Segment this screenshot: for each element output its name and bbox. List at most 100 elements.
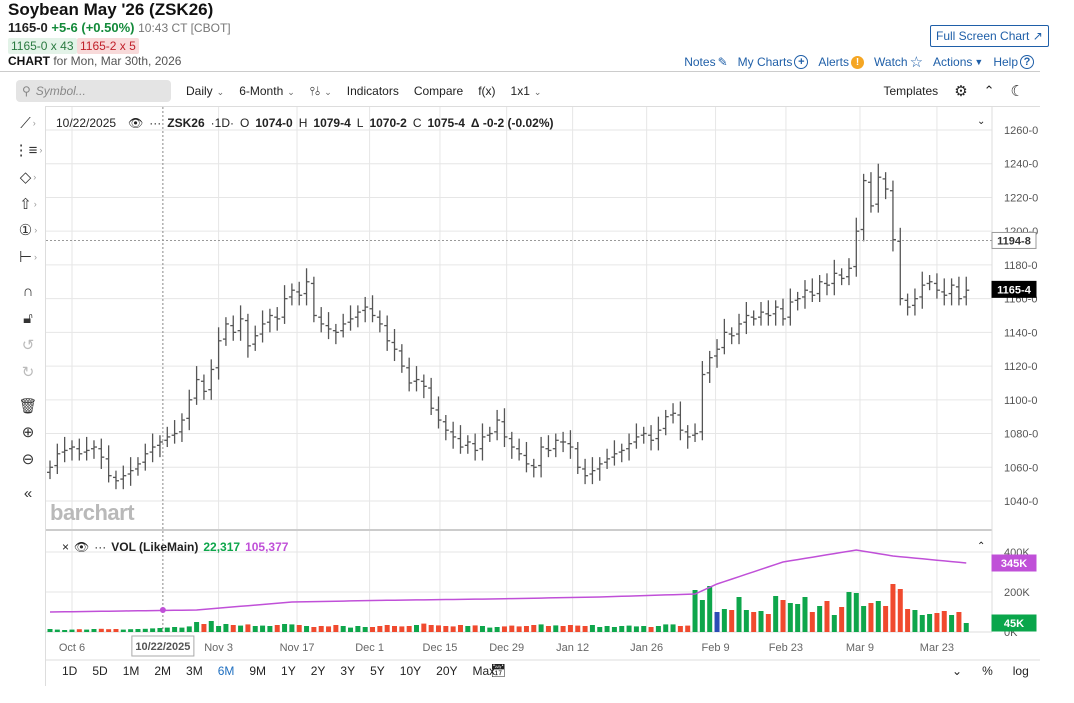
log-scale-button[interactable]: log (1013, 664, 1029, 678)
range-9m[interactable]: 9M (249, 664, 266, 678)
eye-icon[interactable]: 👁︎ (74, 540, 89, 554)
volume-bar (919, 615, 925, 632)
range-10y[interactable]: 10Y (400, 664, 421, 678)
range-3y[interactable]: 3Y (340, 664, 355, 678)
volume-bar (927, 614, 933, 632)
volume-bar (230, 625, 236, 632)
volume-bar (142, 628, 148, 632)
close-icon[interactable]: × (62, 540, 69, 554)
range-1m[interactable]: 1M (123, 664, 140, 678)
volume-bar (370, 627, 376, 632)
price-tick-label: 1240-0 (1004, 159, 1038, 171)
date-tick-label: Oct 6 (59, 642, 85, 654)
price-tick-label: 1060-0 (1004, 462, 1038, 474)
volume-bar (633, 626, 639, 632)
range-5y[interactable]: 5Y (370, 664, 385, 678)
range-20y[interactable]: 20Y (436, 664, 457, 678)
volume-bar (406, 626, 412, 632)
volume-bar (905, 609, 911, 632)
range-6m[interactable]: 6M (218, 664, 235, 678)
legend-collapse-icon[interactable]: ⌄ (977, 116, 985, 127)
volume-bar (113, 629, 119, 632)
volume-bar (787, 603, 793, 632)
price-tick-label: 1040-0 (1004, 496, 1038, 508)
volume-bar (714, 612, 720, 632)
volume-bar (721, 609, 727, 632)
volume-ma-value: 105,377 (245, 540, 289, 554)
eye-icon[interactable]: 👁︎ (128, 116, 143, 130)
volume-legend: × 👁︎ ··· VOL (LikeMain) 22,317 105,377 (62, 540, 288, 554)
range-2m[interactable]: 2M (154, 664, 171, 678)
volume-bar (84, 629, 90, 632)
volume-bar (340, 626, 346, 632)
date-tick-label: Jan 26 (630, 642, 663, 654)
calendar-icon[interactable]: 📅︎ (490, 663, 507, 679)
volume-bar (179, 627, 185, 632)
range-2y[interactable]: 2Y (311, 664, 326, 678)
low-label: L (356, 116, 364, 130)
volume-bar (890, 584, 896, 632)
date-tick-label: Feb 9 (701, 642, 729, 654)
volume-bar (238, 625, 244, 632)
price-tick-label: 1180-0 (1004, 260, 1037, 272)
volume-bar (963, 623, 969, 632)
volume-bar (567, 625, 573, 632)
date-tick-label: Feb 23 (769, 642, 803, 654)
volume-bar (729, 610, 735, 632)
range-1y[interactable]: 1Y (281, 664, 296, 678)
close-value: 1075-4 (427, 116, 465, 130)
volume-bar (443, 626, 449, 632)
volume-bar (582, 626, 588, 632)
volume-bar (384, 625, 390, 632)
volume-bar (663, 624, 669, 632)
more-icon[interactable]: ··· (149, 116, 161, 130)
volume-bar (531, 625, 537, 632)
range-3m[interactable]: 3M (186, 664, 203, 678)
volume-bar (47, 629, 53, 632)
volume-bar (465, 626, 471, 632)
volume-bar (809, 612, 815, 632)
volume-bar (479, 626, 485, 632)
volume-study-name: VOL (LikeMain) (111, 540, 199, 554)
date-tick-label: Nov 3 (204, 642, 233, 654)
volume-bar (575, 625, 581, 632)
price-legend: 10/22/2025 👁︎ ··· ZSK26 ·1D· O 1074-0 H 10… (56, 116, 554, 130)
volume-bar (252, 626, 258, 632)
volume-bar (326, 626, 332, 632)
expand-down-icon[interactable]: ⌄ (952, 664, 962, 678)
volume-bar (223, 624, 229, 632)
volume-bar (597, 627, 603, 632)
more-icon[interactable]: ··· (94, 540, 106, 554)
volume-bar (289, 624, 295, 632)
volume-bar (751, 612, 757, 632)
date-tick-label: Mar 23 (920, 642, 954, 654)
percent-scale-button[interactable]: % (982, 664, 993, 678)
range-1d[interactable]: 1D (62, 664, 77, 678)
last-price-tag: 1165-4 (997, 284, 1032, 296)
volume-bar (839, 607, 845, 632)
volume-bar (260, 625, 266, 632)
volume-bar (120, 629, 126, 632)
volume-bar (157, 628, 163, 632)
pane-collapse-icon[interactable]: ⌃ (977, 541, 985, 552)
price-tick-label: 1260-0 (1004, 125, 1038, 137)
volume-bar (868, 603, 874, 632)
volume-bar (450, 626, 456, 632)
volume-bar (91, 629, 97, 632)
volume-bar (802, 597, 808, 632)
volume-bar (128, 629, 134, 632)
volume-bar (414, 625, 419, 632)
price-tick-label: 1080-0 (1004, 429, 1038, 441)
price-chart[interactable]: 1260-01240-01220-01200-01180-01160-01140… (0, 0, 1074, 703)
volume-bar (545, 626, 551, 632)
volume-bar (604, 626, 610, 632)
volume-bar (846, 592, 852, 632)
volume-bar (135, 629, 141, 632)
volume-bar (509, 625, 515, 632)
volume-bar (523, 626, 529, 632)
volume-bar (245, 624, 251, 632)
volume-bar (831, 615, 837, 632)
range-5d[interactable]: 5D (92, 664, 107, 678)
date-tick-label: Jan 12 (556, 642, 589, 654)
volume-bar (589, 625, 595, 632)
